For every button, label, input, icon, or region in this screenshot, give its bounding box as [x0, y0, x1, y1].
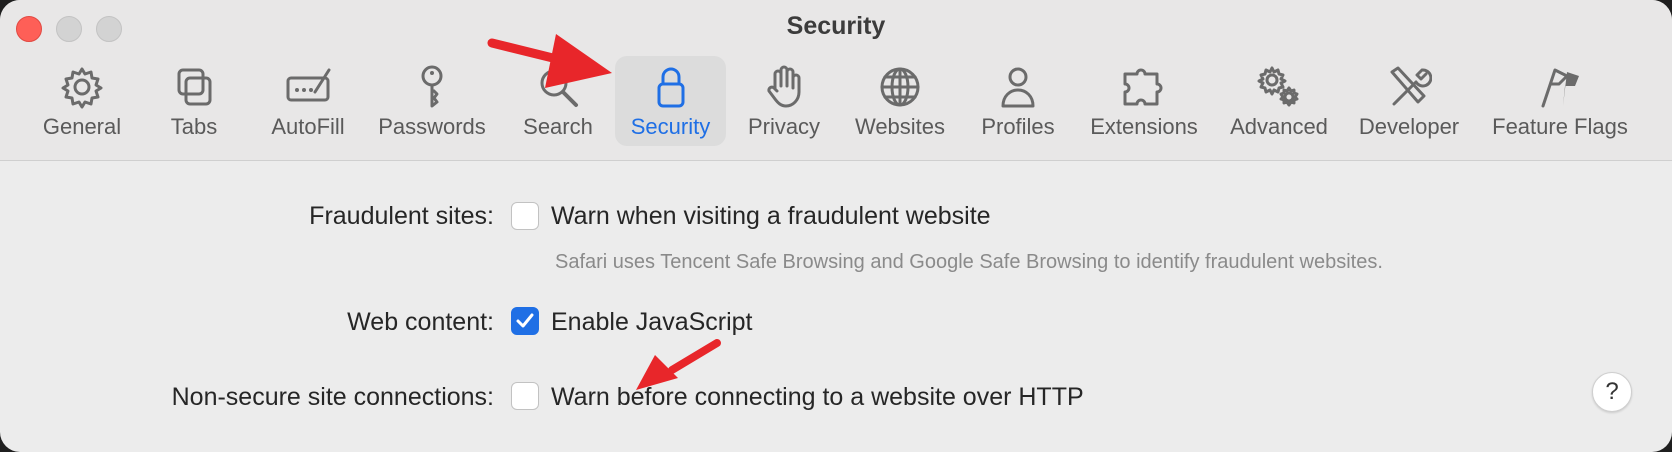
magnifier-icon — [540, 69, 578, 107]
tab-search[interactable]: Search — [512, 56, 604, 146]
tab-label: Profiles — [981, 114, 1055, 139]
http-warning-checkbox[interactable] — [511, 382, 539, 410]
tab-security[interactable]: Security — [615, 56, 726, 146]
gears-icon — [1257, 66, 1299, 107]
person-icon — [1001, 67, 1035, 108]
safari-settings-window: Security General Tabs AutoFill Passwords… — [0, 0, 1672, 452]
tab-general[interactable]: General — [36, 56, 128, 146]
tab-label: General — [42, 114, 122, 139]
key-icon — [421, 65, 443, 108]
globe-icon — [880, 67, 920, 107]
tab-passwords[interactable]: Passwords — [374, 56, 490, 146]
fraudulent-sites-label: Fraudulent sites: — [309, 202, 494, 230]
fraudulent-warning-checkbox[interactable] — [511, 202, 539, 230]
flags-icon — [1541, 68, 1579, 108]
tab-label: Developer — [1358, 114, 1460, 139]
gear-icon — [61, 67, 103, 109]
tab-label: Feature Flags — [1492, 114, 1628, 139]
tab-label: Tabs — [170, 114, 218, 139]
enable-javascript-option[interactable]: Enable JavaScript — [551, 308, 753, 337]
tab-label: Websites — [854, 114, 946, 139]
tab-label: Advanced — [1230, 114, 1328, 139]
settings-toolbar: Security General Tabs AutoFill Passwords… — [0, 0, 1672, 161]
autofill-icon — [286, 68, 331, 102]
fraudulent-warning-option[interactable]: Warn when visiting a fraudulent website — [551, 202, 991, 231]
tab-tabs[interactable]: Tabs — [148, 56, 240, 146]
enable-javascript-checkbox[interactable] — [511, 307, 539, 335]
tab-privacy[interactable]: Privacy — [736, 56, 832, 146]
tab-label: Security — [630, 114, 711, 139]
tab-label: Extensions — [1090, 114, 1198, 139]
web-content-label: Web content: — [347, 308, 494, 336]
window-title: Security — [786, 12, 886, 40]
help-button[interactable]: ? — [1592, 372, 1632, 412]
tab-feature-flags[interactable]: Feature Flags — [1486, 56, 1634, 146]
tabs-icon — [177, 68, 212, 106]
hand-icon — [767, 65, 801, 108]
tab-label: AutoFill — [271, 114, 345, 139]
non-secure-connections-label: Non-secure site connections: — [171, 383, 494, 411]
tab-label: Search — [523, 114, 593, 139]
tab-websites[interactable]: Websites — [850, 56, 950, 146]
tab-autofill[interactable]: AutoFill — [262, 56, 354, 146]
checkmark-icon — [516, 313, 534, 328]
lock-icon — [657, 67, 684, 108]
tools-icon — [1390, 66, 1432, 106]
tab-extensions[interactable]: Extensions — [1084, 56, 1204, 146]
tab-label: Privacy — [747, 114, 821, 139]
tab-profiles[interactable]: Profiles — [972, 56, 1064, 146]
puzzle-icon — [1123, 68, 1163, 106]
http-warning-option[interactable]: Warn before connecting to a website over… — [551, 383, 1084, 412]
tab-advanced[interactable]: Advanced — [1224, 56, 1334, 146]
tab-label: Passwords — [378, 114, 486, 139]
tab-developer[interactable]: Developer — [1354, 56, 1464, 146]
fraudulent-hint: Safari uses Tencent Safe Browsing and Go… — [555, 251, 1383, 273]
